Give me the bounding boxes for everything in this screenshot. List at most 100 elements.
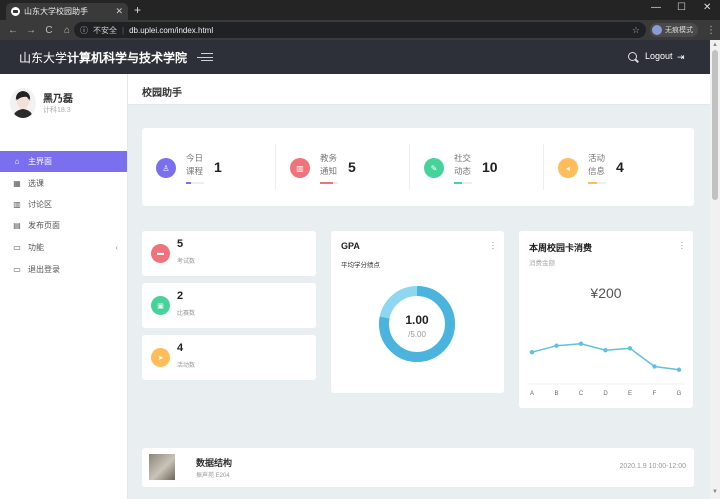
spending-point-E	[627, 346, 633, 351]
sidebar-item-publish[interactable]: ▤ 发布页面	[0, 215, 127, 236]
stat-label: 社交动态	[454, 153, 472, 176]
page-scrollbar[interactable]: ▲ ▼	[710, 40, 720, 499]
spending-point-F	[652, 364, 657, 369]
sidebar-item-label: 讨论区	[28, 200, 52, 209]
url-text[interactable]: db.uplei.com/index.html	[129, 26, 213, 35]
browser-menu-button[interactable]: ⋮	[706, 25, 716, 36]
more-options-icon[interactable]: · · ·	[490, 239, 496, 253]
logout-button[interactable]: Logout	[645, 51, 673, 61]
sidebar: 黑乃磊 计科18.3 ⌂ 主界面 ▦ 选课 ▥ 讨论区 ▤ 发布页面 ▭ 功能 …	[0, 74, 128, 499]
maximize-button[interactable]: ☐	[677, 2, 686, 13]
stat-value: 4	[616, 159, 624, 175]
gpa-title: GPA	[341, 241, 360, 251]
browser-tab-bar: 山东大学校园助手 ✕ + — ☐ ✕	[0, 0, 720, 20]
x-tick-label: C	[579, 391, 584, 397]
bookmark-star-icon[interactable]: ☆	[632, 25, 640, 36]
card-value: 2	[177, 290, 184, 302]
competition-count-card[interactable]: ▣ 2 比赛数	[142, 283, 316, 328]
page-title-bar: 校园助手	[128, 74, 710, 105]
gpa-max: /5.00	[408, 330, 426, 339]
tab-title: 山东大学校园助手	[24, 7, 88, 16]
stat-value: 1	[214, 159, 222, 175]
card-icon: ▬	[151, 244, 170, 263]
sidebar-item-logout[interactable]: ▭ 退出登录	[0, 259, 127, 280]
info-icon[interactable]: ⓘ	[80, 25, 88, 36]
incognito-profile-button[interactable]: 无痕模式	[650, 23, 698, 37]
sidebar-item-label: 选课	[28, 179, 44, 188]
spending-point-C	[578, 341, 584, 346]
logout-icon[interactable]: ⇥	[677, 52, 685, 63]
card-value: 5	[177, 238, 184, 250]
address-bar[interactable]: ⓘ 不安全 | db.uplei.com/index.html ☆	[74, 22, 646, 38]
spending-subtitle: 消费金额	[529, 260, 555, 267]
card-label: 考试数	[177, 259, 196, 265]
reload-button[interactable]: C	[44, 25, 54, 36]
scrollbar-thumb[interactable]	[712, 50, 718, 200]
more-options-icon[interactable]: · · ·	[679, 239, 685, 253]
back-button[interactable]: ←	[8, 25, 18, 36]
forward-button[interactable]: →	[26, 25, 36, 36]
window-icon: ▭	[13, 265, 21, 274]
trash-icon: ▥	[290, 158, 310, 178]
scroll-up-icon[interactable]: ▲	[712, 42, 718, 48]
document-icon: ▤	[13, 221, 21, 230]
stat-today-courses[interactable]: ♙ 今日课程 1	[142, 128, 276, 206]
stat-label: 教务通知	[320, 153, 338, 176]
window-icon: ▭	[13, 243, 21, 252]
spending-title: 本周校园卡消费	[529, 243, 593, 253]
stat-label: 今日课程	[186, 153, 204, 176]
minimize-button[interactable]: —	[651, 2, 661, 13]
chevron-left-icon[interactable]: ‹	[115, 243, 118, 252]
tab-close-icon[interactable]: ✕	[115, 6, 123, 17]
brand-bold: 计算机科学与技术学院	[67, 50, 188, 65]
stat-activity-info[interactable]: ◂ 活动信息 4	[544, 128, 678, 206]
megaphone-icon: ◂	[558, 158, 578, 178]
stat-value: 5	[348, 159, 356, 175]
sidebar-item-home[interactable]: ⌂ 主界面	[0, 151, 127, 172]
stats-panel: ♙ 今日课程 1 ▥ 教务通知 5 ✎ 社交动态 10 ◂ 活动信息 4	[142, 128, 694, 206]
spending-series-line	[531, 342, 680, 371]
spending-point-D	[603, 348, 608, 353]
exam-count-card[interactable]: ▬ 5 考试数	[142, 231, 316, 276]
app-header: 山东大学计算机科学与技术学院 Logout ⇥	[0, 40, 710, 74]
home-button[interactable]: ⌂	[62, 25, 72, 36]
stat-progress-bar	[588, 182, 606, 184]
x-tick-label: G	[677, 391, 682, 397]
menu-toggle-icon[interactable]	[197, 53, 214, 61]
card-value: 4	[177, 342, 184, 354]
spending-amount: ¥200	[590, 285, 622, 301]
grid-icon: ▦	[13, 179, 21, 188]
course-list-item[interactable]: 数据结构 振声苑 E204 2020.1.9 10:00-12:00	[142, 448, 694, 487]
gpa-subtitle: 平均学分绩点	[341, 262, 380, 269]
stat-academic-notices[interactable]: ▥ 教务通知 5	[276, 128, 410, 206]
new-tab-button[interactable]: +	[134, 3, 141, 17]
page-title: 校园助手	[142, 88, 182, 99]
user-class: 计科18.3	[43, 107, 71, 114]
browser-toolbar: ← → C ⌂ ⓘ 不安全 | db.uplei.com/index.html …	[0, 20, 720, 40]
stat-social-updates[interactable]: ✎ 社交动态 10	[410, 128, 544, 206]
address-separator: |	[122, 25, 125, 35]
browser-tab[interactable]: 山东大学校园助手 ✕	[6, 3, 128, 20]
sidebar-item-functions[interactable]: ▭ 功能 ‹	[0, 237, 127, 258]
security-label: 不安全	[93, 25, 117, 35]
close-window-button[interactable]: ✕	[703, 2, 711, 13]
campus-card-spending-card: 本周校园卡消费 消费金额 · · · ¥200 A B C D E F G	[519, 231, 693, 408]
card-label: 活动数	[177, 363, 196, 369]
chart-icon: ▥	[13, 200, 21, 209]
course-thumbnail	[149, 454, 175, 480]
stat-progress-bar	[320, 182, 338, 184]
x-tick-label: E	[628, 391, 632, 397]
stat-label: 活动信息	[588, 153, 606, 176]
sidebar-item-course-selection[interactable]: ▦ 选课	[0, 173, 127, 194]
x-tick-label: D	[603, 391, 608, 397]
user-name: 黑乃磊	[43, 94, 73, 105]
sidebar-item-discussion[interactable]: ▥ 讨论区	[0, 194, 127, 215]
spending-point-B	[554, 343, 559, 348]
sidebar-item-label: 功能	[28, 243, 44, 252]
activity-count-card[interactable]: ➤ 4 活动数	[142, 335, 316, 380]
user-icon: ♙	[156, 158, 176, 178]
spending-point-G	[676, 367, 682, 372]
scroll-down-icon[interactable]: ▼	[712, 489, 718, 495]
sidebar-item-label: 主界面	[28, 157, 52, 166]
search-icon[interactable]	[628, 52, 637, 61]
